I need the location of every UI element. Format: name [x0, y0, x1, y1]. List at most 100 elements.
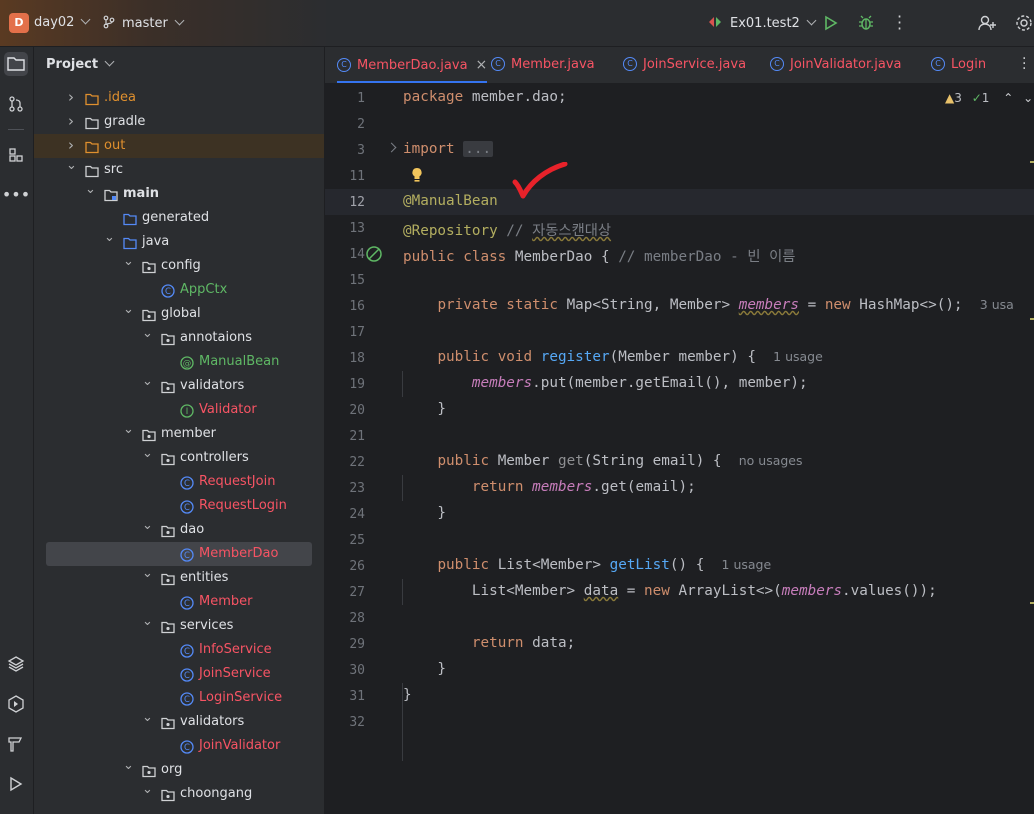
build-tool-icon[interactable] [4, 732, 28, 756]
tree-item[interactable]: ⌄ annotaions [34, 326, 324, 350]
editor-tab[interactable]: C JoinValidator.java [770, 47, 902, 83]
code-line: public class MemberDao { // memberDao - … [403, 249, 796, 265]
chevron-right-icon[interactable]: › [66, 109, 76, 133]
run-config-selector[interactable]: Ex01.test2 [708, 15, 817, 31]
branch-switcher[interactable]: master [102, 15, 185, 31]
tree-item-label: config [161, 258, 201, 273]
run-icon[interactable] [823, 15, 839, 31]
chevron-down-icon[interactable]: ⌄ [123, 250, 134, 274]
class-icon: C [180, 691, 194, 706]
tree-item[interactable]: I Validator [34, 398, 324, 422]
tree-item[interactable]: generated [34, 206, 324, 230]
tree-item[interactable]: › out [34, 134, 324, 158]
tree-item[interactable]: C MemberDao [46, 542, 312, 566]
tree-item[interactable]: C RequestJoin [34, 470, 324, 494]
code-editor[interactable]: 1 2 3 11 12 13 14 15 16 17 18 19 20 21 22 23 24 25 26 27 28 2… [325, 84, 1034, 814]
fold-arrow-icon[interactable] [386, 142, 397, 153]
more-tabs-icon[interactable]: · · · [1022, 52, 1026, 76]
services-tool-icon[interactable] [4, 692, 28, 716]
chevron-right-icon[interactable]: › [66, 85, 76, 109]
chevron-down-icon[interactable]: ⌄ [142, 778, 153, 802]
lightbulb-icon[interactable] [411, 167, 423, 183]
class-icon: C [161, 283, 175, 298]
tree-item[interactable]: ⌄ config [34, 254, 324, 278]
tree-item-label: ManualBean [199, 354, 280, 369]
tree-item[interactable]: @ ManualBean [34, 350, 324, 374]
tree-item[interactable]: ⌄ services [34, 614, 324, 638]
package-icon [161, 451, 175, 466]
tree-item[interactable]: C JoinValidator [34, 734, 324, 758]
structure-tool-icon[interactable] [4, 143, 28, 167]
editor-tab[interactable]: C Login [931, 47, 986, 83]
tree-item[interactable]: ⌄ dao [34, 518, 324, 542]
debug-icon[interactable] [857, 14, 875, 32]
tree-item[interactable]: ⌄ org [34, 758, 324, 782]
spring-bean-gutter-icon[interactable] [365, 245, 383, 263]
chevron-down-icon[interactable]: ⌄ [142, 442, 153, 466]
chevron-down-icon[interactable]: ⌄ [123, 754, 134, 778]
tree-item-label: validators [180, 714, 245, 729]
tree-item[interactable]: ⌄ entities [34, 566, 324, 590]
tree-item[interactable]: › gradle [34, 110, 324, 134]
chevron-down-icon[interactable]: ⌄ [142, 370, 153, 394]
chevron-down-icon[interactable]: ⌄ [1023, 91, 1033, 105]
run-tool-icon[interactable] [4, 772, 28, 796]
chevron-down-icon[interactable]: ⌄ [142, 610, 153, 634]
tree-item[interactable]: ⌄ validators [34, 374, 324, 398]
package-icon [142, 259, 156, 274]
add-user-icon[interactable] [977, 13, 997, 33]
tree-item[interactable]: ⌄ global [34, 302, 324, 326]
source-folder-icon [123, 235, 137, 250]
chevron-down-icon[interactable]: ⌄ [123, 418, 134, 442]
chevron-down-icon[interactable]: ⌄ [66, 154, 77, 178]
tab-label: Member.java [511, 57, 595, 72]
tree-item[interactable]: ⌄ member [34, 422, 324, 446]
commit-tool-icon[interactable] [4, 92, 28, 116]
chevron-down-icon[interactable]: ⌄ [142, 562, 153, 586]
tree-item[interactable]: ⌄ main [34, 182, 324, 206]
more-actions-icon[interactable]: · · · [897, 9, 903, 37]
line-number: 11 [349, 169, 365, 184]
project-panel-title[interactable]: Project [46, 56, 115, 72]
class-icon: C [180, 739, 194, 754]
tree-item[interactable]: C Member [34, 590, 324, 614]
folder-icon [85, 163, 99, 178]
chevron-down-icon[interactable]: ⌄ [142, 514, 153, 538]
tool-window-bar: ••• [0, 47, 34, 814]
chevron-down-icon[interactable]: ⌄ [142, 706, 153, 730]
more-tools-icon[interactable]: ••• [2, 182, 30, 206]
tree-item[interactable]: ⌄ java [34, 230, 324, 254]
package-icon [161, 787, 175, 802]
editor-tab[interactable]: C Member.java [491, 47, 595, 83]
chevron-down-icon[interactable]: ⌄ [85, 178, 96, 202]
settings-icon[interactable] [1014, 13, 1034, 33]
line-number: 27 [349, 585, 365, 600]
tree-item[interactable]: ⌄ choongang [34, 782, 324, 806]
tree-item[interactable]: C AppCtx [34, 278, 324, 302]
tree-item[interactable]: › .idea [34, 86, 324, 110]
close-tab-icon[interactable]: × [476, 57, 488, 73]
inspections-widget[interactable]: ▲3 ✓1 ⌃ ⌄ [945, 91, 1033, 105]
tree-item[interactable]: C RequestLogin [34, 494, 324, 518]
project-switcher[interactable]: day02 [34, 14, 91, 30]
project-tool-icon[interactable] [4, 52, 28, 76]
layers-icon[interactable] [4, 652, 28, 676]
editor-tab[interactable]: C JoinService.java [623, 47, 746, 83]
chevron-down-icon[interactable]: ⌄ [123, 298, 134, 322]
chevron-down-icon[interactable]: ⌄ [142, 322, 153, 346]
chevron-up-icon[interactable]: ⌃ [1003, 91, 1013, 105]
tree-item[interactable]: ⌄ src [34, 158, 324, 182]
chevron-down-icon[interactable]: ⌄ [104, 226, 115, 250]
tree-item[interactable]: C JoinService [34, 662, 324, 686]
tree-item[interactable]: ⌄ validators [34, 710, 324, 734]
editor-tab[interactable]: C MemberDao.java × [337, 47, 488, 83]
scroll-marker [1030, 318, 1034, 320]
separator [8, 129, 24, 130]
tree-item[interactable]: C InfoService [34, 638, 324, 662]
code-line: } [403, 401, 447, 417]
line-number: 18 [349, 351, 365, 366]
project-badge[interactable]: D [9, 13, 29, 33]
tree-item[interactable]: ⌄ controllers [34, 446, 324, 470]
svg-text:C: C [184, 551, 190, 561]
tree-item[interactable]: C LoginService [34, 686, 324, 710]
